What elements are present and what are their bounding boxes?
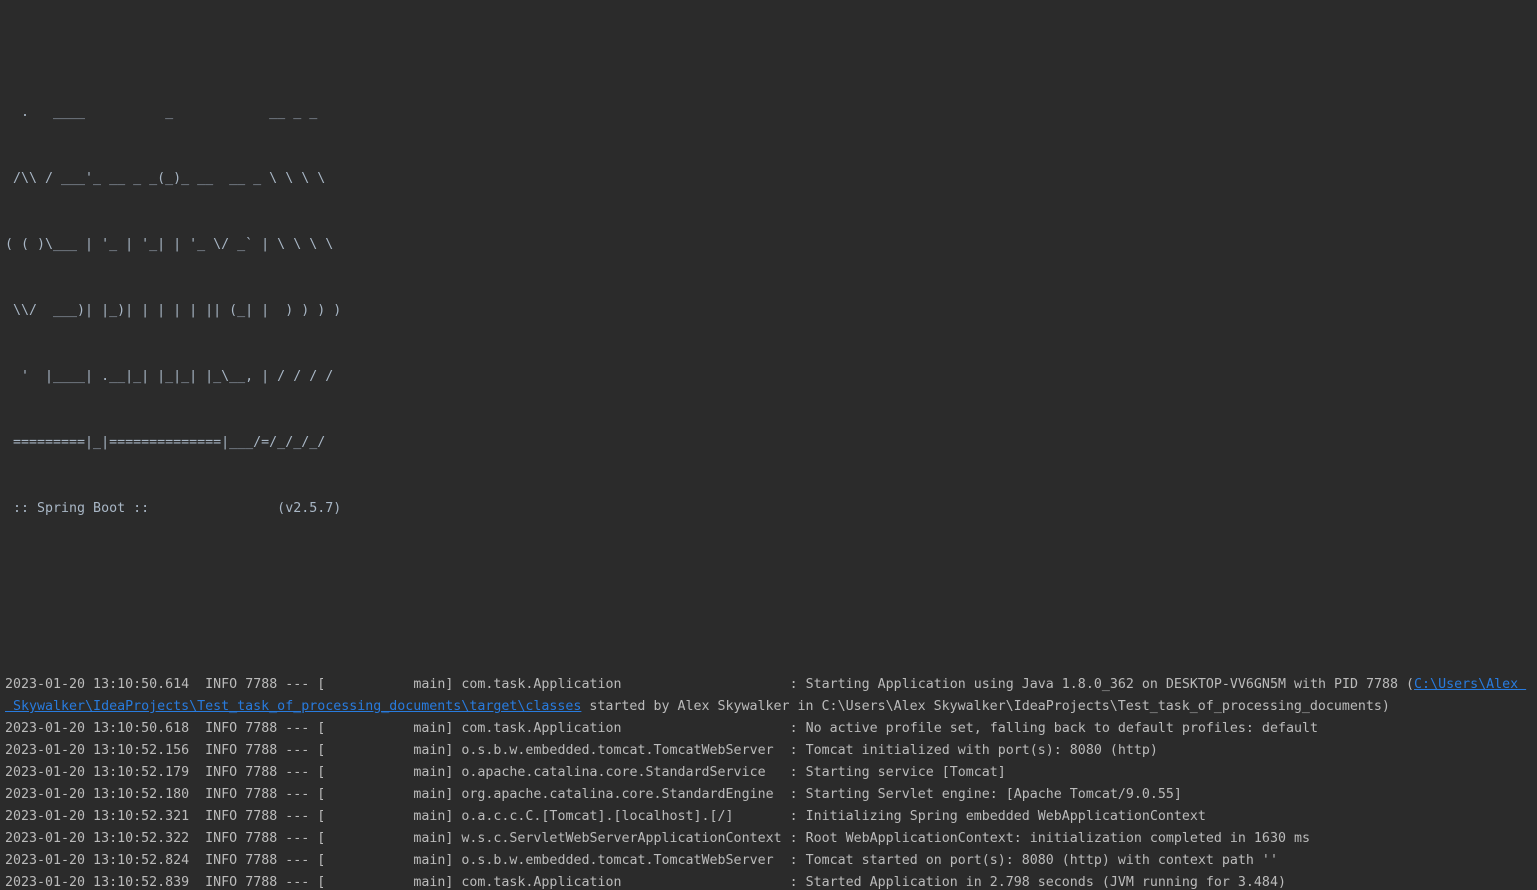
log-level: INFO <box>205 853 238 868</box>
log-message: Starting service [Tomcat] <box>805 765 1006 780</box>
log-logger: w.s.c.ServletWebServerApplicationContext <box>461 831 782 846</box>
log-timestamp: 2023-01-20 13:10:52.180 <box>5 787 190 802</box>
log-pid: 7788 <box>245 831 278 846</box>
log-message: Tomcat initialized with port(s): 8080 (h… <box>805 743 1158 758</box>
log-timestamp: 2023-01-20 13:10:52.321 <box>5 809 190 824</box>
log-timestamp: 2023-01-20 13:10:52.179 <box>5 765 190 780</box>
banner-version-line: :: Spring Boot :: (v2.5.7) <box>5 501 342 516</box>
log-level: INFO <box>205 831 238 846</box>
log-pid: 7788 <box>245 853 278 868</box>
log-line: 2023-01-20 13:10:50.618 INFO 7788 --- [ … <box>5 721 1318 736</box>
log-level: INFO <box>205 743 238 758</box>
log-pid: 7788 <box>245 809 278 824</box>
log-logger: com.task.Application <box>461 875 782 890</box>
path-link[interactable]: C:\Users\Alex <box>1414 677 1526 692</box>
banner-line: =========|_|==============|___/=/_/_/_/ <box>5 435 326 450</box>
log-line: 2023-01-20 13:10:50.614 INFO 7788 --- [ … <box>5 677 1527 692</box>
log-thread: main <box>325 765 446 780</box>
log-thread: main <box>325 721 446 736</box>
log-level: INFO <box>205 809 238 824</box>
spring-boot-banner: . ____ _ __ _ _ /\\ / ___'_ __ _ _(_)_ _… <box>5 58 1526 564</box>
log-thread: main <box>325 809 446 824</box>
log-pid: 7788 <box>245 677 278 692</box>
log-thread: main <box>325 677 446 692</box>
path-link[interactable]: Skywalker\IdeaProjects\Test_task_of_proc… <box>5 699 581 714</box>
log-timestamp: 2023-01-20 13:10:50.618 <box>5 721 190 736</box>
log-timestamp: 2023-01-20 13:10:52.156 <box>5 743 190 758</box>
log-pid: 7788 <box>245 787 278 802</box>
log-pid: 7788 <box>245 721 278 736</box>
banner-line: ( ( )\___ | '_ | '_| | '_ \/ _` | \ \ \ … <box>5 237 334 252</box>
log-message: Started Application in 2.798 seconds (JV… <box>805 875 1286 890</box>
log-message: Root WebApplicationContext: initializati… <box>805 831 1310 846</box>
log-timestamp: 2023-01-20 13:10:52.824 <box>5 853 190 868</box>
log-pid: 7788 <box>245 743 278 758</box>
log-thread: main <box>325 743 446 758</box>
log-line: 2023-01-20 13:10:52.322 INFO 7788 --- [ … <box>5 831 1310 846</box>
log-logger: o.s.b.w.embedded.tomcat.TomcatWebServer <box>461 743 782 758</box>
log-logger: o.s.b.w.embedded.tomcat.TomcatWebServer <box>461 853 782 868</box>
log-thread: main <box>325 875 446 890</box>
log-line: 2023-01-20 13:10:52.156 INFO 7788 --- [ … <box>5 743 1158 758</box>
log-level: INFO <box>205 787 238 802</box>
log-pid: 7788 <box>245 875 278 890</box>
log-level: INFO <box>205 721 238 736</box>
banner-line: \\/ ___)| |_)| | | | | || (_| | ) ) ) ) <box>5 303 342 318</box>
log-timestamp: 2023-01-20 13:10:52.322 <box>5 831 190 846</box>
log-message-tail: started by Alex Skywalker in C:\Users\Al… <box>581 699 1390 714</box>
log-line: 2023-01-20 13:10:52.839 INFO 7788 --- [ … <box>5 875 1286 890</box>
log-logger: com.task.Application <box>461 677 782 692</box>
log-level: INFO <box>205 765 238 780</box>
log-line: 2023-01-20 13:10:52.180 INFO 7788 --- [ … <box>5 787 1182 802</box>
log-logger: com.task.Application <box>461 721 782 736</box>
log-message: Initializing Spring embedded WebApplicat… <box>805 809 1206 824</box>
log-message: No active profile set, falling back to d… <box>805 721 1318 736</box>
log-line-continuation: Skywalker\IdeaProjects\Test_task_of_proc… <box>5 696 1526 718</box>
log-pid: 7788 <box>245 765 278 780</box>
banner-line: ' |____| .__|_| |_|_| |_\__, | / / / / <box>5 369 334 384</box>
log-thread: main <box>325 787 446 802</box>
log-line: 2023-01-20 13:10:52.321 INFO 7788 --- [ … <box>5 809 1206 824</box>
log-level: INFO <box>205 875 238 890</box>
log-logger: o.a.c.c.C.[Tomcat].[localhost].[/] <box>461 809 782 824</box>
log-lines: 2023-01-20 13:10:50.614 INFO 7788 --- [ … <box>5 674 1526 890</box>
log-logger: org.apache.catalina.core.StandardEngine <box>461 787 782 802</box>
console-output[interactable]: . ____ _ __ _ _ /\\ / ___'_ __ _ _(_)_ _… <box>5 14 1526 890</box>
log-level: INFO <box>205 677 238 692</box>
log-line: 2023-01-20 13:10:52.824 INFO 7788 --- [ … <box>5 853 1278 868</box>
banner-line: . ____ _ __ _ _ <box>5 105 318 120</box>
log-message: Tomcat started on port(s): 8080 (http) w… <box>805 853 1278 868</box>
log-message: Starting Application using Java 1.8.0_36… <box>805 677 1415 692</box>
banner-line: /\\ / ___'_ __ _ _(_)_ __ __ _ \ \ \ \ <box>5 171 326 186</box>
log-thread: main <box>325 853 446 868</box>
log-timestamp: 2023-01-20 13:10:52.839 <box>5 875 190 890</box>
log-thread: main <box>325 831 446 846</box>
log-logger: o.apache.catalina.core.StandardService <box>461 765 782 780</box>
log-line: 2023-01-20 13:10:52.179 INFO 7788 --- [ … <box>5 765 1006 780</box>
log-timestamp: 2023-01-20 13:10:50.614 <box>5 677 190 692</box>
log-message: Starting Servlet engine: [Apache Tomcat/… <box>805 787 1182 802</box>
